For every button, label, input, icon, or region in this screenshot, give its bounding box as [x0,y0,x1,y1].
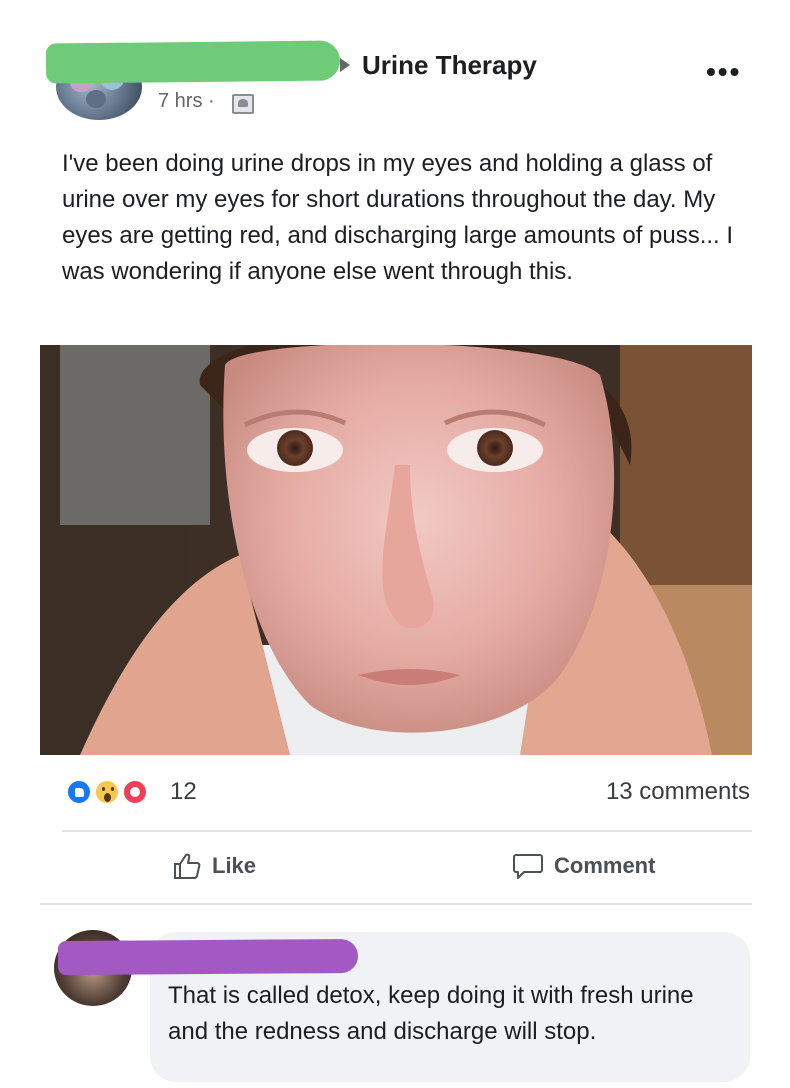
more-dots-icon[interactable]: ••• [706,58,741,86]
group-arrow-icon [340,58,350,72]
comment-button[interactable]: Comment [512,846,655,886]
like-label: Like [212,853,257,878]
comment-text: That is called detox, keep doing it with… [168,982,694,1045]
wow-reaction-icon[interactable] [94,779,120,805]
group-name-link[interactable]: Urine Therapy [362,50,537,81]
friends-audience-icon[interactable] [232,94,254,114]
post-timestamp[interactable]: 7 hrs · [158,90,215,113]
post-text: I've been doing urine drops in my eyes a… [62,150,734,285]
comments-count[interactable]: 13 comments [606,778,750,806]
like-reaction-icon[interactable] [66,779,92,805]
love-reaction-icon[interactable] [122,779,148,805]
thumbs-up-icon [174,853,201,879]
reaction-count[interactable]: 12 [170,778,197,806]
divider [40,903,752,905]
photo-bg-wall [60,345,210,525]
comment-label: Comment [554,853,656,878]
photo-iris-right [477,430,513,466]
like-button[interactable]: Like [172,846,256,886]
avatar-shape [86,90,106,108]
photo-iris-left [277,430,313,466]
poster-name-redaction [45,40,341,84]
comment-bubble-icon [513,854,543,879]
commenter-name-redaction [57,938,359,976]
divider [62,830,752,832]
post-photo[interactable] [40,345,752,755]
post-header: Urine Therapy ••• 7 hrs · [0,0,790,130]
